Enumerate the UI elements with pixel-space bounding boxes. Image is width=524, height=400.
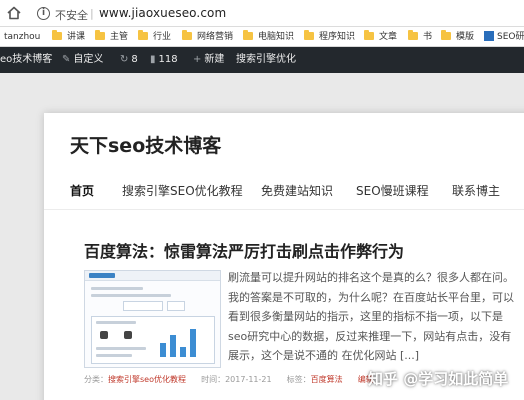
thumbnail-bar xyxy=(170,335,176,357)
info-icon[interactable]: i xyxy=(37,7,50,20)
bookmark-label: 网络营销 xyxy=(197,32,234,42)
bookmark-folder[interactable]: 行业 xyxy=(138,30,171,44)
admin-seo[interactable]: 搜索引擎优化 xyxy=(236,54,296,66)
post-meta: 分类：搜索引擎seo优化教程 时间：2017-11-21 标签：百度算法 编辑 xyxy=(84,374,374,385)
bookmark-folder[interactable]: 文章 xyxy=(364,30,397,44)
security-label[interactable]: 不安全 xyxy=(55,7,88,23)
bookmark-folder[interactable]: 主管 xyxy=(95,30,128,44)
excerpt-line: seo研究中心的数据，反过来推理一下，网站有点击，没有 xyxy=(228,329,512,343)
bookmark-folder[interactable]: 电脑知识 xyxy=(243,30,294,44)
brush-icon: ✎ xyxy=(62,54,71,65)
bookmark-label: 讲课 xyxy=(67,32,86,42)
thumbnail-line xyxy=(91,294,171,297)
updates-count: 8 xyxy=(131,54,138,65)
nav-contact[interactable]: 联系博主 xyxy=(452,182,500,199)
thumbnail-line xyxy=(96,347,146,350)
post-excerpt: 刷流量可以提升网站的排名这个是真的么？很多人都在问。 我的答案是不可取的，为什么… xyxy=(228,268,520,366)
bookmark-label: 模版 xyxy=(456,32,475,42)
thumbnail-line xyxy=(96,354,132,357)
thumbnail-stat-icon xyxy=(100,331,108,339)
admin-new[interactable]: + 新建 xyxy=(193,54,224,66)
admin-site-name[interactable]: eo技术博客 xyxy=(0,54,52,66)
thumbnail-bar xyxy=(160,343,166,357)
admin-comments[interactable]: ▮ 118 xyxy=(150,54,178,66)
bookmark-label: SEO研 xyxy=(497,32,524,42)
excerpt-line: 看到很多衡量网站的指示，这里的指标不指一项，以下是 xyxy=(228,310,503,324)
nav-seo-tutorial[interactable]: 搜索引擎SEO优化教程 xyxy=(122,182,243,199)
tag-link[interactable]: 百度算法 xyxy=(311,375,343,384)
bookmark-label: 行业 xyxy=(153,32,172,42)
folder-icon xyxy=(52,30,62,40)
folder-icon xyxy=(408,30,418,40)
post-date: 2017-11-21 xyxy=(225,375,272,384)
thumbnail-field xyxy=(123,301,163,311)
folder-icon xyxy=(441,30,451,40)
excerpt-line: 我的答案是不可取的，为什么呢？在百度站长平台里，可以 xyxy=(228,290,514,304)
bookmark-folder[interactable]: 书 xyxy=(408,30,432,44)
url-field[interactable]: www.jiaoxueseo.com xyxy=(99,6,226,20)
bookmark-label: 书 xyxy=(423,32,433,42)
plus-icon: + xyxy=(193,54,202,65)
time-label: 时间： xyxy=(201,375,226,384)
thumbnail-panel xyxy=(91,316,215,364)
bookmarks-bar: tanzhou 讲课 主管 行业 网络营销 电脑知识 程序知识 文章 书 模版 … xyxy=(0,27,524,47)
folder-icon xyxy=(138,30,148,40)
nav-home[interactable]: 首页 xyxy=(70,182,94,199)
new-label: 新建 xyxy=(204,54,225,65)
bookmark-folder[interactable]: 网络营销 xyxy=(182,30,233,44)
bookmark-app[interactable]: SEO研 xyxy=(484,30,524,44)
thumbnail-bar xyxy=(180,347,186,357)
bookmark-tanzhou[interactable]: tanzhou xyxy=(4,30,40,44)
app-icon xyxy=(484,31,494,41)
admin-customize[interactable]: ✎ 自定义 xyxy=(62,54,103,66)
thumbnail-line xyxy=(96,321,136,324)
customize-label: 自定义 xyxy=(73,54,104,65)
thumbnail-logo xyxy=(89,273,115,278)
post-title[interactable]: 百度算法：惊雷算法严厉打击刷点击作弊行为 xyxy=(84,238,404,262)
thumbnail-field xyxy=(167,301,185,311)
thumbnail-topbar xyxy=(85,271,220,281)
bookmark-label: 程序知识 xyxy=(319,32,356,42)
excerpt-line[interactable]: 展示，这个是说不通的 在优化网站 [...] xyxy=(228,346,520,366)
nav-seo-course[interactable]: SEO慢班课程 xyxy=(356,182,429,199)
excerpt-line: 刷流量可以提升网站的排名这个是真的么？很多人都在问。 xyxy=(228,271,514,284)
category-link[interactable]: 搜索引擎seo优化教程 xyxy=(108,375,186,384)
post-thumbnail[interactable] xyxy=(84,270,221,368)
admin-bar: eo技术博客 ✎ 自定义 ↻ 8 ▮ 118 + 新建 搜索引擎优化 xyxy=(0,47,524,73)
address-bar-row: i 不安全 | www.jiaoxueseo.com xyxy=(0,0,524,27)
bookmark-label: tanzhou xyxy=(4,32,41,42)
folder-icon xyxy=(182,30,192,40)
admin-updates[interactable]: ↻ 8 xyxy=(120,54,138,66)
tags-label: 标签： xyxy=(286,375,311,384)
thumbnail-bar xyxy=(190,329,196,357)
home-icon[interactable] xyxy=(6,5,22,21)
nav-site-building[interactable]: 免费建站知识 xyxy=(261,182,333,199)
site-title[interactable]: 天下seo技术博客 xyxy=(70,131,221,158)
folder-icon xyxy=(95,30,105,40)
bookmark-folder[interactable]: 程序知识 xyxy=(304,30,355,44)
address-separator: | xyxy=(90,7,94,20)
bookmark-label: 电脑知识 xyxy=(258,32,295,42)
bookmark-label: 主管 xyxy=(110,32,129,42)
folder-icon xyxy=(243,30,253,40)
bookmark-folder[interactable]: 讲课 xyxy=(52,30,85,44)
nav-divider xyxy=(44,209,524,210)
folder-icon xyxy=(364,30,374,40)
bookmark-label: 文章 xyxy=(379,32,398,42)
thumbnail-stat-icon xyxy=(124,331,132,339)
folder-icon xyxy=(304,30,314,40)
comments-count: 118 xyxy=(158,54,178,65)
refresh-icon: ↻ xyxy=(120,54,129,65)
comment-icon: ▮ xyxy=(150,54,156,65)
bookmark-folder[interactable]: 模版 xyxy=(441,30,474,44)
category-label: 分类： xyxy=(84,375,108,384)
thumbnail-line xyxy=(91,287,143,290)
watermark: 知乎 @学习如此简单 xyxy=(368,370,509,388)
